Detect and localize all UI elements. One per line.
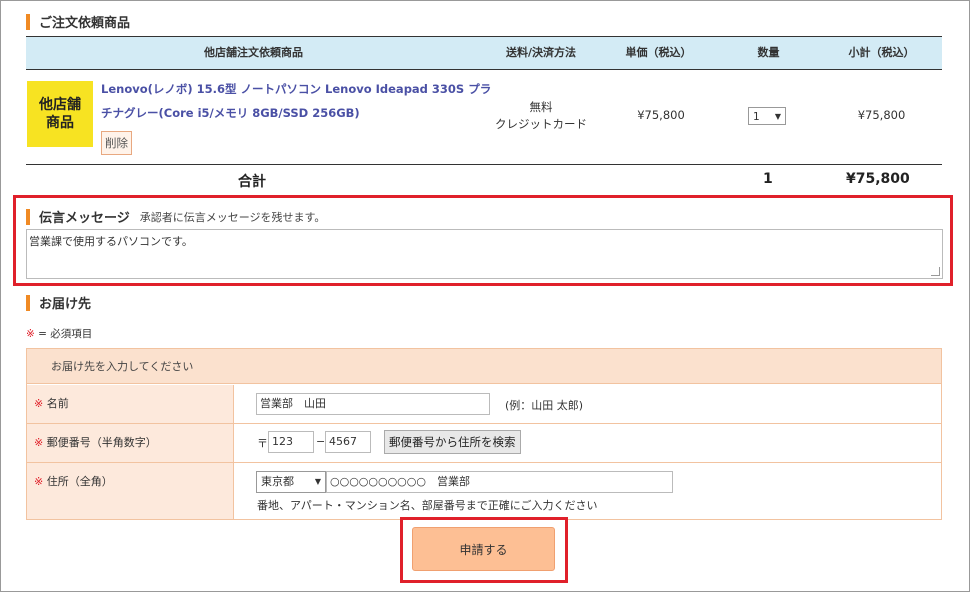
name-label: ※ 名前 [27, 385, 234, 423]
col-shipping: 送料/決済方法 [505, 46, 577, 59]
chevron-down-icon: ▼ [774, 112, 781, 121]
form-header: お届け先を入力してください [27, 349, 941, 384]
quantity-select[interactable]: 1 ▼ [748, 107, 786, 125]
name-example: (例：山田 太郎) [505, 399, 584, 412]
zip1-input[interactable]: 123 [268, 431, 314, 453]
message-section-title: 伝言メッセージ 承認者に伝言メッセージを残せます。 [26, 207, 325, 226]
order-section-title: ご注文依頼商品 [26, 12, 130, 31]
section-accent-bar [26, 208, 30, 225]
zip2-input[interactable]: 4567 [325, 431, 371, 453]
col-quantity: 数量 [757, 46, 780, 59]
address-label: ※ 住所（全角） [27, 463, 234, 519]
shipping-payment-cell: 無料 クレジットカード [495, 100, 587, 131]
unit-price: ¥75,800 [637, 108, 685, 122]
total-amount: ¥75,800 [846, 171, 910, 187]
zip-label: ※ 郵便番号（半角数字） [27, 424, 234, 462]
address-hint: 番地、アパート・マンション名、部屋番号まで正確にご入力ください [257, 499, 598, 512]
name-input[interactable]: 営業部 山田 [256, 393, 490, 415]
submit-button[interactable]: 申請する [412, 527, 555, 571]
product-name-link[interactable]: Lenovo(レノボ) 15.6型 ノートパソコン Lenovo Ideapad… [101, 77, 501, 125]
message-note: 承認者に伝言メッセージを残せます。 [139, 210, 326, 224]
delivery-form: お届け先を入力してください ※ 名前 ※ 郵便番号（半角数字） ※ 住所（全角）… [26, 348, 942, 520]
table-row: 他店舗 商品 Lenovo(レノボ) 15.6型 ノートパソコン Lenovo I… [26, 69, 942, 165]
zip-search-button[interactable]: 郵便番号から住所を検索 [384, 430, 521, 454]
total-label: 合計 [238, 174, 266, 190]
delivery-section-title: お届け先 [26, 293, 91, 312]
total-quantity: 1 [763, 171, 773, 187]
section-accent-bar [26, 13, 30, 30]
prefecture-select[interactable]: 東京都 ▼ [256, 471, 326, 493]
delete-button[interactable]: 削除 [101, 131, 132, 155]
col-product: 他店舗注文依頼商品 [204, 46, 303, 59]
col-subtotal: 小計（税込） [848, 46, 915, 59]
required-note: ※ = 必須項目 [26, 328, 93, 340]
zip-mark: 〒 [257, 437, 268, 450]
total-row: 合計 1 ¥75,800 [26, 165, 942, 193]
order-table-header: 他店舗注文依頼商品 送料/決済方法 単価（税込） 数量 小計（税込） [26, 36, 942, 70]
message-textarea[interactable]: 営業課で使用するパソコンです。 [26, 229, 943, 279]
subtotal: ¥75,800 [857, 108, 906, 122]
zip-dash: − [316, 435, 326, 448]
chevron-down-icon: ▼ [314, 477, 321, 486]
address-input[interactable]: ○○○○○○○○○○ 営業部 [326, 471, 673, 493]
section-accent-bar [26, 294, 30, 311]
other-store-badge: 他店舗 商品 [27, 81, 93, 147]
col-unit-price: 単価（税込） [625, 46, 692, 59]
resize-handle[interactable] [931, 267, 940, 276]
